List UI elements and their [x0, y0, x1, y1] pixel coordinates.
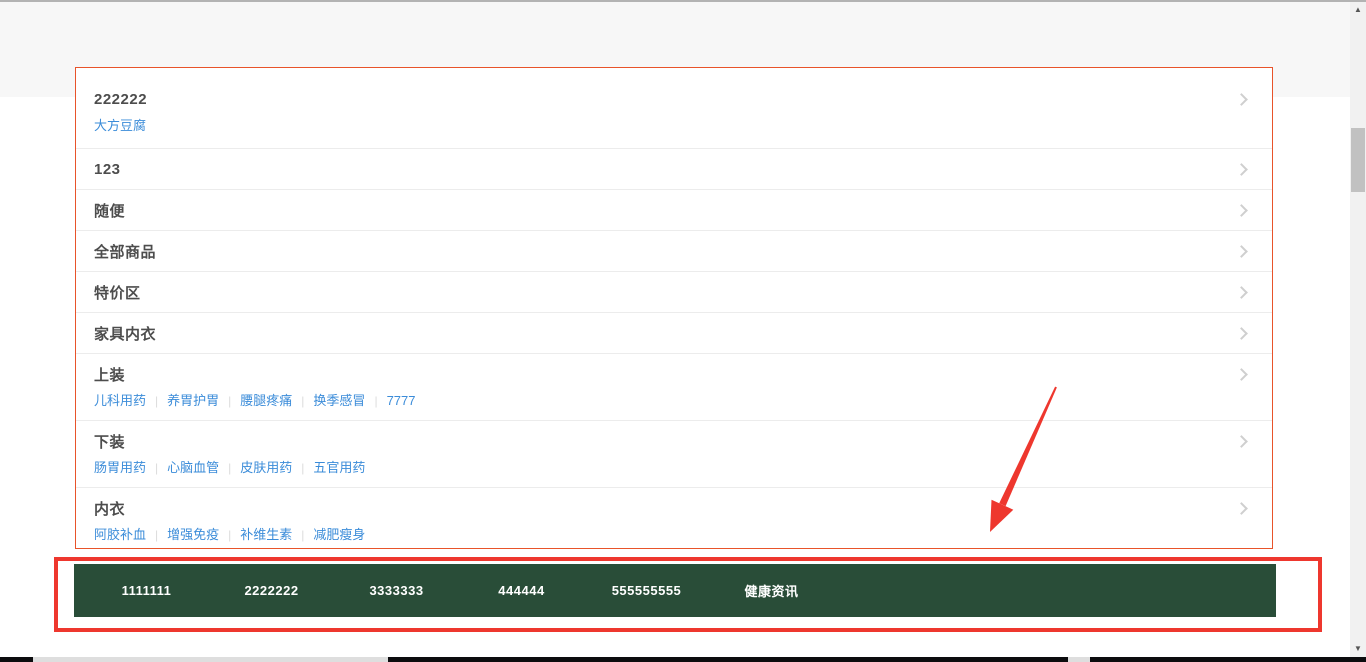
- category-section: 上装儿科用药 | 养胃护胃 | 腰腿疼痛 | 换季感冒 | 7777: [76, 354, 1272, 421]
- link-separator: |: [155, 394, 158, 408]
- footer-nav-item[interactable]: 健康资讯: [709, 581, 834, 600]
- window-top-border: [0, 0, 1366, 2]
- link-separator: |: [155, 528, 158, 542]
- category-title[interactable]: 全部商品: [94, 241, 156, 262]
- scrollbar-thumb[interactable]: [1351, 128, 1365, 192]
- footer-nav-item[interactable]: 3333333: [334, 583, 459, 598]
- category-sublinks: 阿胶补血 | 增强免疫 | 补维生素 | 减肥瘦身: [94, 526, 1250, 544]
- category-sublink[interactable]: 儿科用药: [94, 393, 146, 408]
- category-section-row[interactable]: 随便: [94, 190, 1250, 230]
- link-separator: |: [155, 461, 158, 475]
- link-separator: |: [228, 461, 231, 475]
- category-title[interactable]: 123: [94, 161, 121, 178]
- category-sublink[interactable]: 换季感冒: [313, 393, 365, 408]
- category-sublink[interactable]: 心脑血管: [167, 460, 219, 475]
- link-separator: |: [374, 394, 377, 408]
- chevron-right-icon[interactable]: [1235, 502, 1248, 515]
- category-title[interactable]: 222222: [94, 91, 147, 108]
- link-separator: |: [228, 528, 231, 542]
- category-panel-sections: 222222 大方豆腐 123 随便全部商品特价区家具内衣上装儿科用药 | 养胃护胃 | 腰腿…: [76, 68, 1272, 549]
- category-title[interactable]: 随便: [94, 200, 125, 221]
- category-title[interactable]: 内衣: [94, 498, 125, 519]
- category-panel: 222222 大方豆腐 123 随便全部商品特价区家具内衣上装儿科用药 | 养胃护胃 | 腰腿…: [75, 67, 1273, 549]
- category-section-row[interactable]: 下装: [94, 430, 1250, 452]
- scrollbar-down-icon[interactable]: ▼: [1350, 641, 1366, 657]
- chevron-right-icon[interactable]: [1235, 327, 1248, 340]
- category-section: 123: [76, 149, 1272, 190]
- link-separator: |: [228, 394, 231, 408]
- link-separator: |: [301, 461, 304, 475]
- footer-nav: 111111122222223333333444444555555555健康资讯: [74, 564, 1276, 617]
- chevron-right-icon[interactable]: [1235, 204, 1248, 217]
- category-section-row[interactable]: 上装: [94, 363, 1250, 385]
- chevron-right-icon[interactable]: [1235, 245, 1248, 258]
- category-section: 全部商品: [76, 231, 1272, 272]
- chevron-right-icon[interactable]: [1235, 286, 1248, 299]
- category-section: 222222 大方豆腐: [76, 68, 1272, 149]
- category-sublink[interactable]: 阿胶补血: [94, 527, 146, 542]
- chevron-right-icon[interactable]: [1235, 93, 1248, 106]
- category-section-row[interactable]: 内衣: [94, 497, 1250, 519]
- category-section: 随便: [76, 190, 1272, 231]
- category-section: 下装肠胃用药 | 心脑血管 | 皮肤用药 | 五官用药: [76, 421, 1272, 488]
- taskbar-sliver: [0, 657, 1366, 662]
- category-section: 家具内衣: [76, 313, 1272, 354]
- category-sublink[interactable]: 肠胃用药: [94, 460, 146, 475]
- link-separator: |: [301, 528, 304, 542]
- scrollbar[interactable]: ▲ ▼: [1350, 2, 1366, 657]
- chevron-right-icon[interactable]: [1235, 368, 1248, 381]
- category-sublink[interactable]: 养胃护胃: [167, 393, 219, 408]
- category-title[interactable]: 家具内衣: [94, 323, 156, 344]
- taskbar-segment: [1068, 657, 1090, 662]
- category-sublinks: 肠胃用药 | 心脑血管 | 皮肤用药 | 五官用药: [94, 459, 1250, 477]
- category-sublink[interactable]: 补维生素: [240, 527, 292, 542]
- category-section-row[interactable]: 222222: [94, 88, 1250, 110]
- category-section-row[interactable]: 123: [94, 149, 1250, 189]
- category-sublink[interactable]: 大方豆腐: [94, 118, 146, 133]
- category-sublink[interactable]: 7777: [387, 393, 416, 408]
- category-sublink[interactable]: 五官用药: [313, 460, 365, 475]
- category-title[interactable]: 特价区: [94, 282, 141, 303]
- footer-nav-item[interactable]: 2222222: [209, 583, 334, 598]
- taskbar-segment: [33, 657, 388, 662]
- category-section: 特价区: [76, 272, 1272, 313]
- category-sublink[interactable]: 减肥瘦身: [313, 527, 365, 542]
- category-section-row[interactable]: 家具内衣: [94, 313, 1250, 353]
- chevron-right-icon[interactable]: [1235, 435, 1248, 448]
- category-section: 内衣阿胶补血 | 增强免疫 | 补维生素 | 减肥瘦身: [76, 488, 1272, 549]
- chevron-right-icon[interactable]: [1235, 163, 1248, 176]
- footer-nav-item[interactable]: 555555555: [584, 583, 709, 598]
- category-section-row[interactable]: 全部商品: [94, 231, 1250, 271]
- category-title[interactable]: 上装: [94, 364, 125, 385]
- link-separator: |: [301, 394, 304, 408]
- footer-nav-item[interactable]: 444444: [459, 583, 584, 598]
- category-sublinks: 大方豆腐: [94, 117, 1250, 134]
- category-sublink[interactable]: 腰腿疼痛: [240, 393, 292, 408]
- footer-nav-item[interactable]: 1111111: [84, 583, 209, 598]
- category-sublink[interactable]: 增强免疫: [167, 527, 219, 542]
- category-sublink[interactable]: 皮肤用药: [240, 460, 292, 475]
- scrollbar-up-icon[interactable]: ▲: [1350, 2, 1366, 18]
- category-section-row[interactable]: 特价区: [94, 272, 1250, 312]
- category-title[interactable]: 下装: [94, 431, 125, 452]
- category-sublinks: 儿科用药 | 养胃护胃 | 腰腿疼痛 | 换季感冒 | 7777: [94, 392, 1250, 410]
